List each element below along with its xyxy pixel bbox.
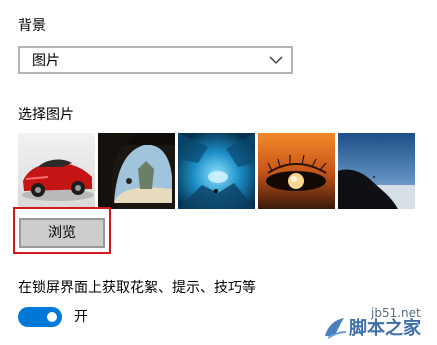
background-dropdown-value: 图片 [32,53,60,69]
thumbnail-eye-at-sunset[interactable] [258,133,335,209]
thumbnail-mountain-horizon[interactable] [338,133,415,209]
thumbnail-red-sports-car[interactable] [18,133,95,209]
browse-button[interactable]: 浏览 [19,218,105,248]
background-label: 背景 [18,18,46,34]
spotlight-tips-label: 在锁屏界面上获取花絮、提示、技巧等 [18,280,256,296]
choose-picture-label: 选择图片 [18,107,74,123]
chevron-down-icon [269,56,283,64]
thumbnail-cave-beach[interactable] [98,133,175,209]
thumbnail-ice-cave[interactable] [178,133,255,209]
background-dropdown[interactable]: 图片 [18,46,293,74]
watermark-name: 脚本之家 [349,318,421,339]
toggle-knob [47,312,57,322]
spotlight-tips-toggle[interactable] [18,307,62,327]
watermark-logo-icon [325,318,347,339]
toggle-state-label: 开 [74,309,88,325]
